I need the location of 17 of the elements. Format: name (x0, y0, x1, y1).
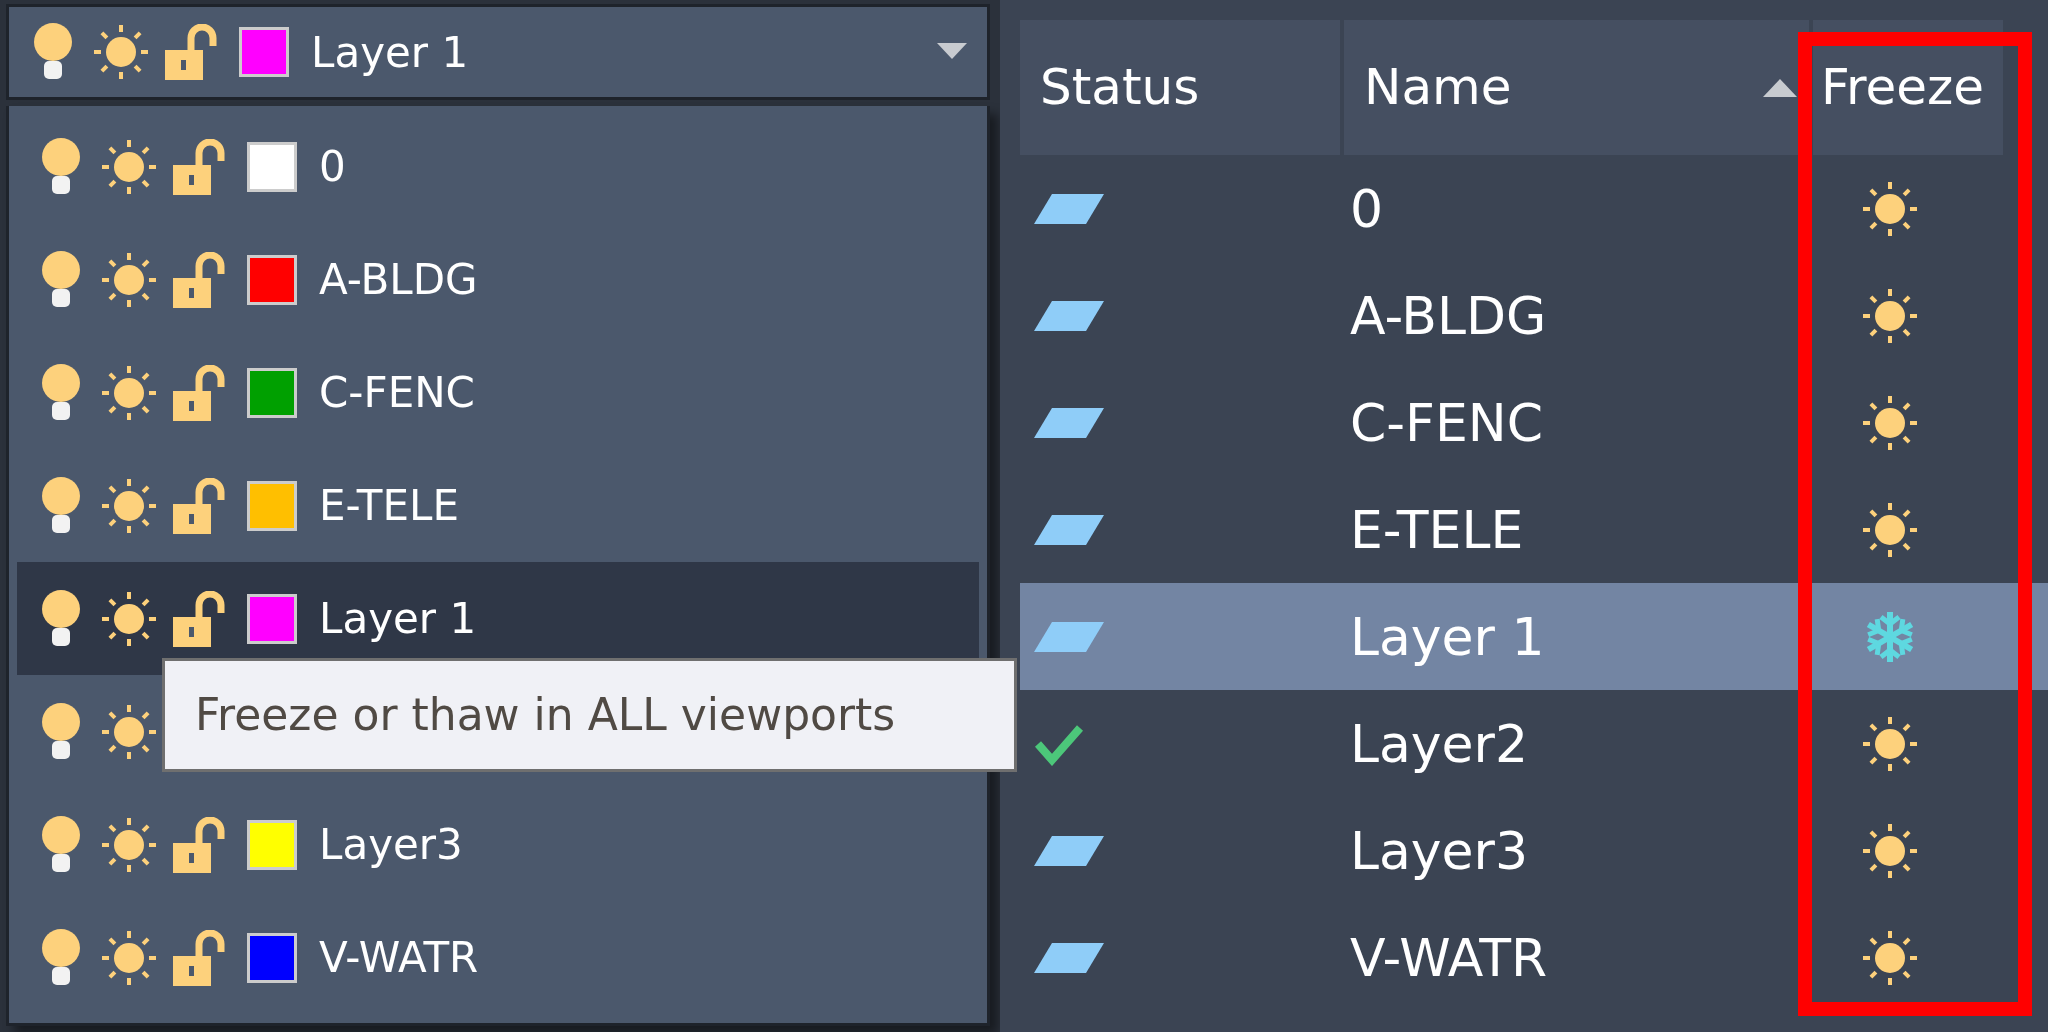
table-cell-text: Layer 1 (1349, 605, 1546, 669)
layer-name: E-TELE (319, 480, 459, 532)
table-cell-text: V-WATR (1349, 926, 1549, 990)
layer-name: Layer3 (319, 819, 463, 871)
layer-name: 0 (319, 141, 346, 193)
table-cell-text: Layer3 (1349, 819, 1530, 883)
layer-name: V-WATR (319, 932, 479, 984)
layer-name: C-FENC (319, 367, 475, 419)
layer-name: A-BLDG (319, 254, 478, 306)
table-cell-text: Layer2 (1349, 712, 1530, 776)
table-cell-text: A-BLDG (1349, 284, 1548, 348)
table-cell-text: E-TELE (1349, 498, 1525, 562)
tooltip: Freeze or thaw in ALL viewports (162, 658, 1017, 772)
table-cell-text: C-FENC (1349, 391, 1545, 455)
layer-name: Layer 1 (319, 593, 477, 645)
layer-name: Layer 1 (311, 26, 469, 79)
table-cell-text: 0 (1349, 177, 1385, 241)
